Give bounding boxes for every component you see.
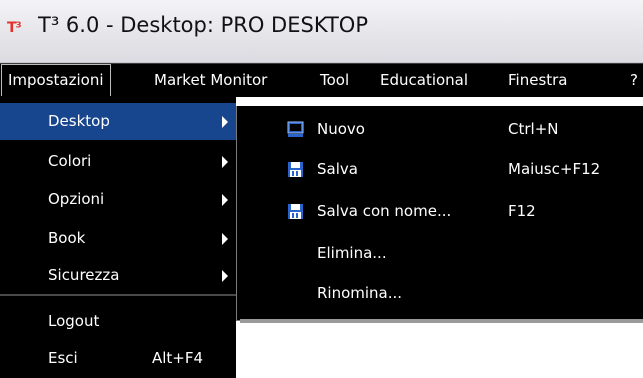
menu-item-logout[interactable]: Logout (0, 303, 236, 340)
menu-tool[interactable]: Tool (320, 64, 349, 97)
impostazioni-dropdown: Desktop Colori Opzioni Book Sicurezza Lo… (0, 96, 236, 378)
title-bar: T³ T³ 6.0 - Desktop: PRO DESKTOP (0, 0, 643, 63)
floppy-disk-icon (287, 203, 304, 220)
menu-item-label: Book (48, 229, 86, 247)
menu-item-colori[interactable]: Colori (0, 143, 236, 180)
menu-item-label: Desktop (48, 112, 110, 130)
submenu-arrow-icon (222, 270, 228, 282)
monitor-icon (287, 121, 304, 138)
submenu-arrow-icon (222, 116, 228, 128)
submenu-item-salva[interactable]: Salva Maiusc+F12 (237, 150, 643, 190)
menu-item-shortcut: Alt+F4 (152, 349, 204, 367)
menu-item-shortcut: Maiusc+F12 (508, 160, 601, 178)
menu-item-label: Sicurezza (48, 266, 120, 284)
menu-market-monitor[interactable]: Market Monitor (154, 64, 267, 97)
menu-bar: Impostazioni Market Monitor Tool Educati… (0, 63, 643, 97)
menu-item-label: Rinomina... (317, 284, 403, 302)
window-title: T³ 6.0 - Desktop: PRO DESKTOP (38, 13, 368, 37)
menu-educational[interactable]: Educational (380, 64, 468, 97)
menu-finestra[interactable]: Finestra (508, 64, 568, 97)
menu-item-label: Salva (317, 160, 358, 178)
submenu-item-elimina[interactable]: Elimina... (237, 234, 643, 274)
app-logo-icon: T³ (7, 20, 22, 36)
desktop-workspace (236, 323, 643, 378)
menu-item-desktop[interactable]: Desktop (0, 103, 236, 140)
menu-item-shortcut: F12 (508, 202, 536, 220)
menu-item-shortcut: Ctrl+N (508, 120, 559, 138)
menu-item-sicurezza[interactable]: Sicurezza (0, 257, 236, 294)
submenu-item-nuovo[interactable]: Nuovo Ctrl+N (237, 110, 643, 150)
menu-help[interactable]: ? (630, 64, 638, 97)
menu-item-label: Elimina... (317, 244, 387, 262)
menu-separator (0, 294, 236, 296)
submenu-arrow-icon (222, 194, 228, 206)
menu-item-label: Opzioni (48, 190, 105, 208)
submenu-item-salva-con-nome[interactable]: Salva con nome... F12 (237, 192, 643, 232)
menu-item-label: Logout (48, 312, 100, 330)
submenu-arrow-icon (222, 156, 228, 168)
submenu-arrow-icon (222, 233, 228, 245)
menu-item-label: Nuovo (317, 120, 365, 138)
menu-item-book[interactable]: Book (0, 220, 236, 257)
menu-item-label: Salva con nome... (317, 202, 452, 220)
menu-item-esci[interactable]: Esci Alt+F4 (0, 340, 236, 377)
desktop-submenu: Nuovo Ctrl+N Salva Maiusc+F12 Salva con … (236, 106, 643, 321)
menu-impostazioni[interactable]: Impostazioni (1, 64, 111, 96)
menu-item-label: Colori (48, 152, 92, 170)
submenu-item-rinomina[interactable]: Rinomina... (237, 274, 643, 314)
menu-item-label: Esci (48, 349, 78, 367)
floppy-disk-icon (287, 161, 304, 178)
menu-item-opzioni[interactable]: Opzioni (0, 181, 236, 218)
